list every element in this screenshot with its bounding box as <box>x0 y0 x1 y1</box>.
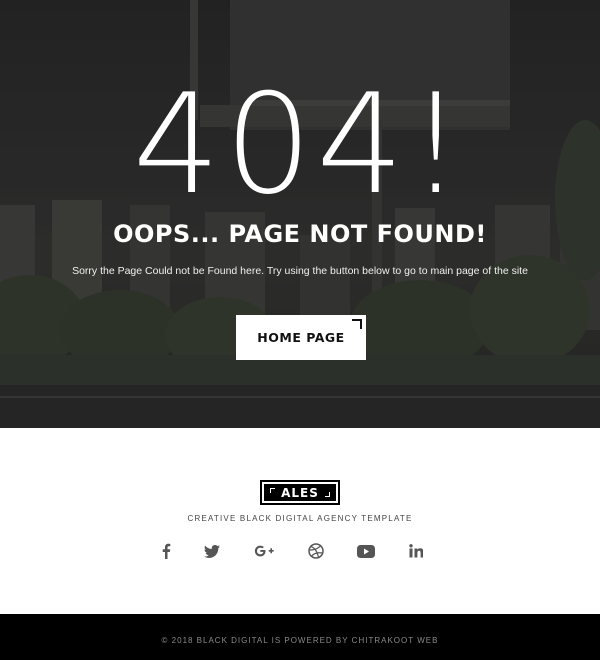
hero-section: 404! OOPS... PAGE NOT FOUND! Sorry the P… <box>0 0 600 428</box>
social-links <box>0 540 600 562</box>
logo-bracket-top-left <box>270 488 275 493</box>
bottom-bar: © 2018 BLACK DIGITAL IS POWERED BY CHITR… <box>0 614 600 660</box>
copyright-text: © 2018 BLACK DIGITAL IS POWERED BY CHITR… <box>161 636 439 645</box>
youtube-icon[interactable] <box>355 540 377 562</box>
logo-bracket-bottom-right <box>325 492 330 497</box>
dribbble-icon[interactable] <box>305 540 327 562</box>
home-page-button-label: HOME PAGE <box>257 330 345 345</box>
facebook-icon[interactable] <box>155 540 177 562</box>
logo-text: ALES <box>281 485 319 500</box>
google-plus-icon[interactable] <box>253 540 275 562</box>
site-logo[interactable]: ALES <box>260 480 340 505</box>
linkedin-icon[interactable] <box>405 540 427 562</box>
page-title: OOPS... PAGE NOT FOUND! <box>113 220 487 248</box>
home-page-button[interactable]: HOME PAGE <box>236 315 366 360</box>
corner-bracket-icon <box>352 319 362 329</box>
twitter-icon[interactable] <box>201 540 223 562</box>
error-message: Sorry the Page Could not be Found here. … <box>72 265 528 277</box>
tagline: CREATIVE BLACK DIGITAL AGENCY TEMPLATE <box>187 514 413 523</box>
error-code: 404! <box>132 64 468 225</box>
